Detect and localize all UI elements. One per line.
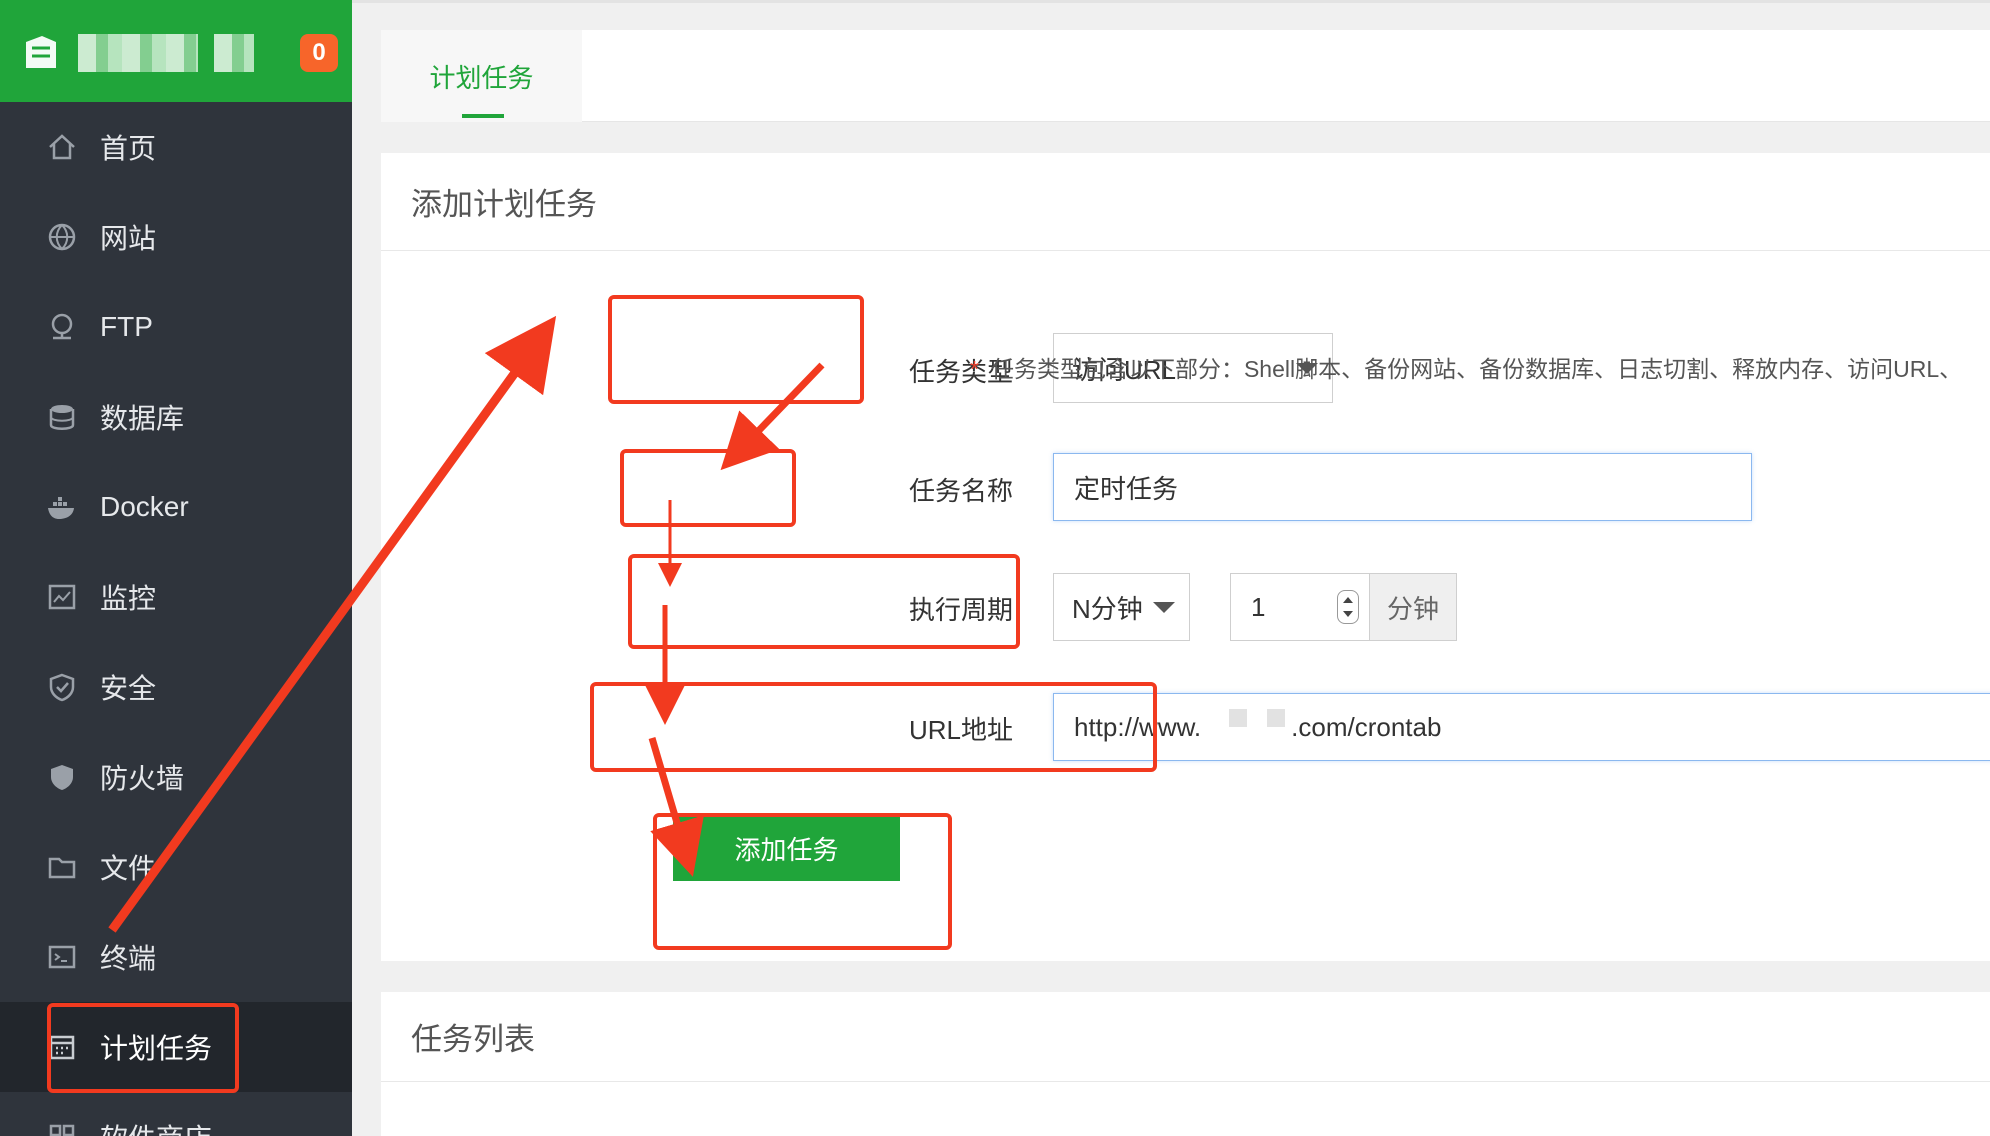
brand-header: 0 (0, 0, 352, 102)
ftp-icon (46, 311, 78, 343)
sidebar-item-label: 网站 (100, 223, 157, 254)
sidebar-item-label: 软件商店 (100, 1117, 212, 1136)
period-type-select[interactable]: N分钟 (1053, 573, 1190, 641)
firewall-icon (46, 761, 78, 793)
add-task-panel: 添加计划任务 任务类型 访问URL * 任务类型包含以下部分：Shell脚本、备份… (381, 153, 1990, 961)
sidebar-item-label: 数据库 (100, 403, 185, 434)
task-list-panel: 任务列表 (381, 992, 1990, 1136)
url-input[interactable]: http://www. .com/crontab (1053, 693, 1990, 761)
sidebar-item-label: 首页 (100, 133, 157, 164)
sidebar-item-label: 防火墙 (100, 763, 185, 794)
add-task-button[interactable]: 添加任务 (673, 815, 900, 881)
sidebar-item-website[interactable]: 网站 (0, 192, 352, 282)
tab-bar: 计划任务 (381, 30, 1990, 122)
chevron-down-icon (1153, 602, 1175, 613)
task-name-value: 定时任务 (1074, 473, 1179, 504)
sidebar-item-label: 安全 (100, 673, 157, 704)
globe-icon (46, 221, 78, 253)
sidebar-item-label: 计划任务 (100, 1033, 213, 1064)
url-label: URL地址 (908, 715, 1013, 745)
sidebar: 0 首页 网站 FTP 数据库 Docker 监控 安全 防火墙 文件 终端 计… (0, 0, 352, 1136)
sidebar-item-label: 终端 (100, 943, 157, 974)
masked-brand-name (214, 34, 254, 72)
sidebar-item-store[interactable]: 软件商店 (0, 1092, 352, 1136)
top-border (352, 0, 1990, 3)
docker-icon (46, 491, 78, 523)
masked-domain (1201, 709, 1291, 737)
notification-badge[interactable]: 0 (300, 34, 338, 72)
home-icon (46, 131, 78, 163)
sidebar-item-label: FTP (100, 311, 153, 342)
period-label: 执行周期 (908, 595, 1013, 625)
folder-icon (46, 851, 78, 883)
url-prefix: http://www. (1074, 711, 1202, 742)
required-star: * (970, 356, 979, 382)
logo-icon (26, 36, 56, 68)
sidebar-item-database[interactable]: 数据库 (0, 372, 352, 462)
period-minutes-input[interactable]: 1 (1230, 573, 1370, 641)
panel-title: 任务列表 (381, 992, 1990, 1082)
shield-icon (46, 671, 78, 703)
terminal-icon (46, 941, 78, 973)
sidebar-item-files[interactable]: 文件 (0, 822, 352, 912)
monitor-icon (46, 581, 78, 613)
tab-active-indicator (462, 114, 504, 118)
tab-label: 计划任务 (429, 62, 534, 93)
task-type-hint: * 任务类型包含以下部分：Shell脚本、备份网站、备份数据库、日志切割、释放内存… (970, 350, 1962, 384)
sidebar-item-home[interactable]: 首页 (0, 102, 352, 192)
sidebar-item-label: 文件 (100, 853, 157, 884)
sidebar-item-firewall[interactable]: 防火墙 (0, 732, 352, 822)
stepper-icon[interactable] (1337, 590, 1359, 624)
period-type-value: N分钟 (1072, 593, 1143, 624)
tab-crontab[interactable]: 计划任务 (381, 30, 582, 122)
masked-domain-chip (1229, 709, 1248, 727)
sidebar-item-docker[interactable]: Docker (0, 462, 352, 552)
url-suffix: .com/crontab (1291, 711, 1442, 742)
sidebar-item-crontab[interactable]: 计划任务 (0, 1002, 352, 1092)
masked-domain-chip (1267, 709, 1286, 727)
sidebar-item-ftp[interactable]: FTP (0, 282, 352, 372)
sidebar-item-security[interactable]: 安全 (0, 642, 352, 732)
sidebar-item-label: Docker (100, 491, 189, 522)
sidebar-item-label: 监控 (100, 583, 157, 614)
hint-text: 任务类型包含以下部分：Shell脚本、备份网站、备份数据库、日志切割、释放内存、… (990, 356, 1963, 382)
calendar-icon (46, 1031, 78, 1063)
database-icon (46, 401, 78, 433)
task-name-label: 任务名称 (908, 476, 1013, 506)
sidebar-item-terminal[interactable]: 终端 (0, 912, 352, 1002)
period-minutes-value: 1 (1251, 591, 1266, 622)
store-icon (46, 1121, 78, 1136)
masked-brand-name (78, 34, 198, 72)
panel-title: 添加计划任务 (381, 153, 1990, 251)
sidebar-item-monitor[interactable]: 监控 (0, 552, 352, 642)
period-unit-addon: 分钟 (1369, 573, 1457, 641)
task-name-input[interactable]: 定时任务 (1053, 453, 1752, 521)
